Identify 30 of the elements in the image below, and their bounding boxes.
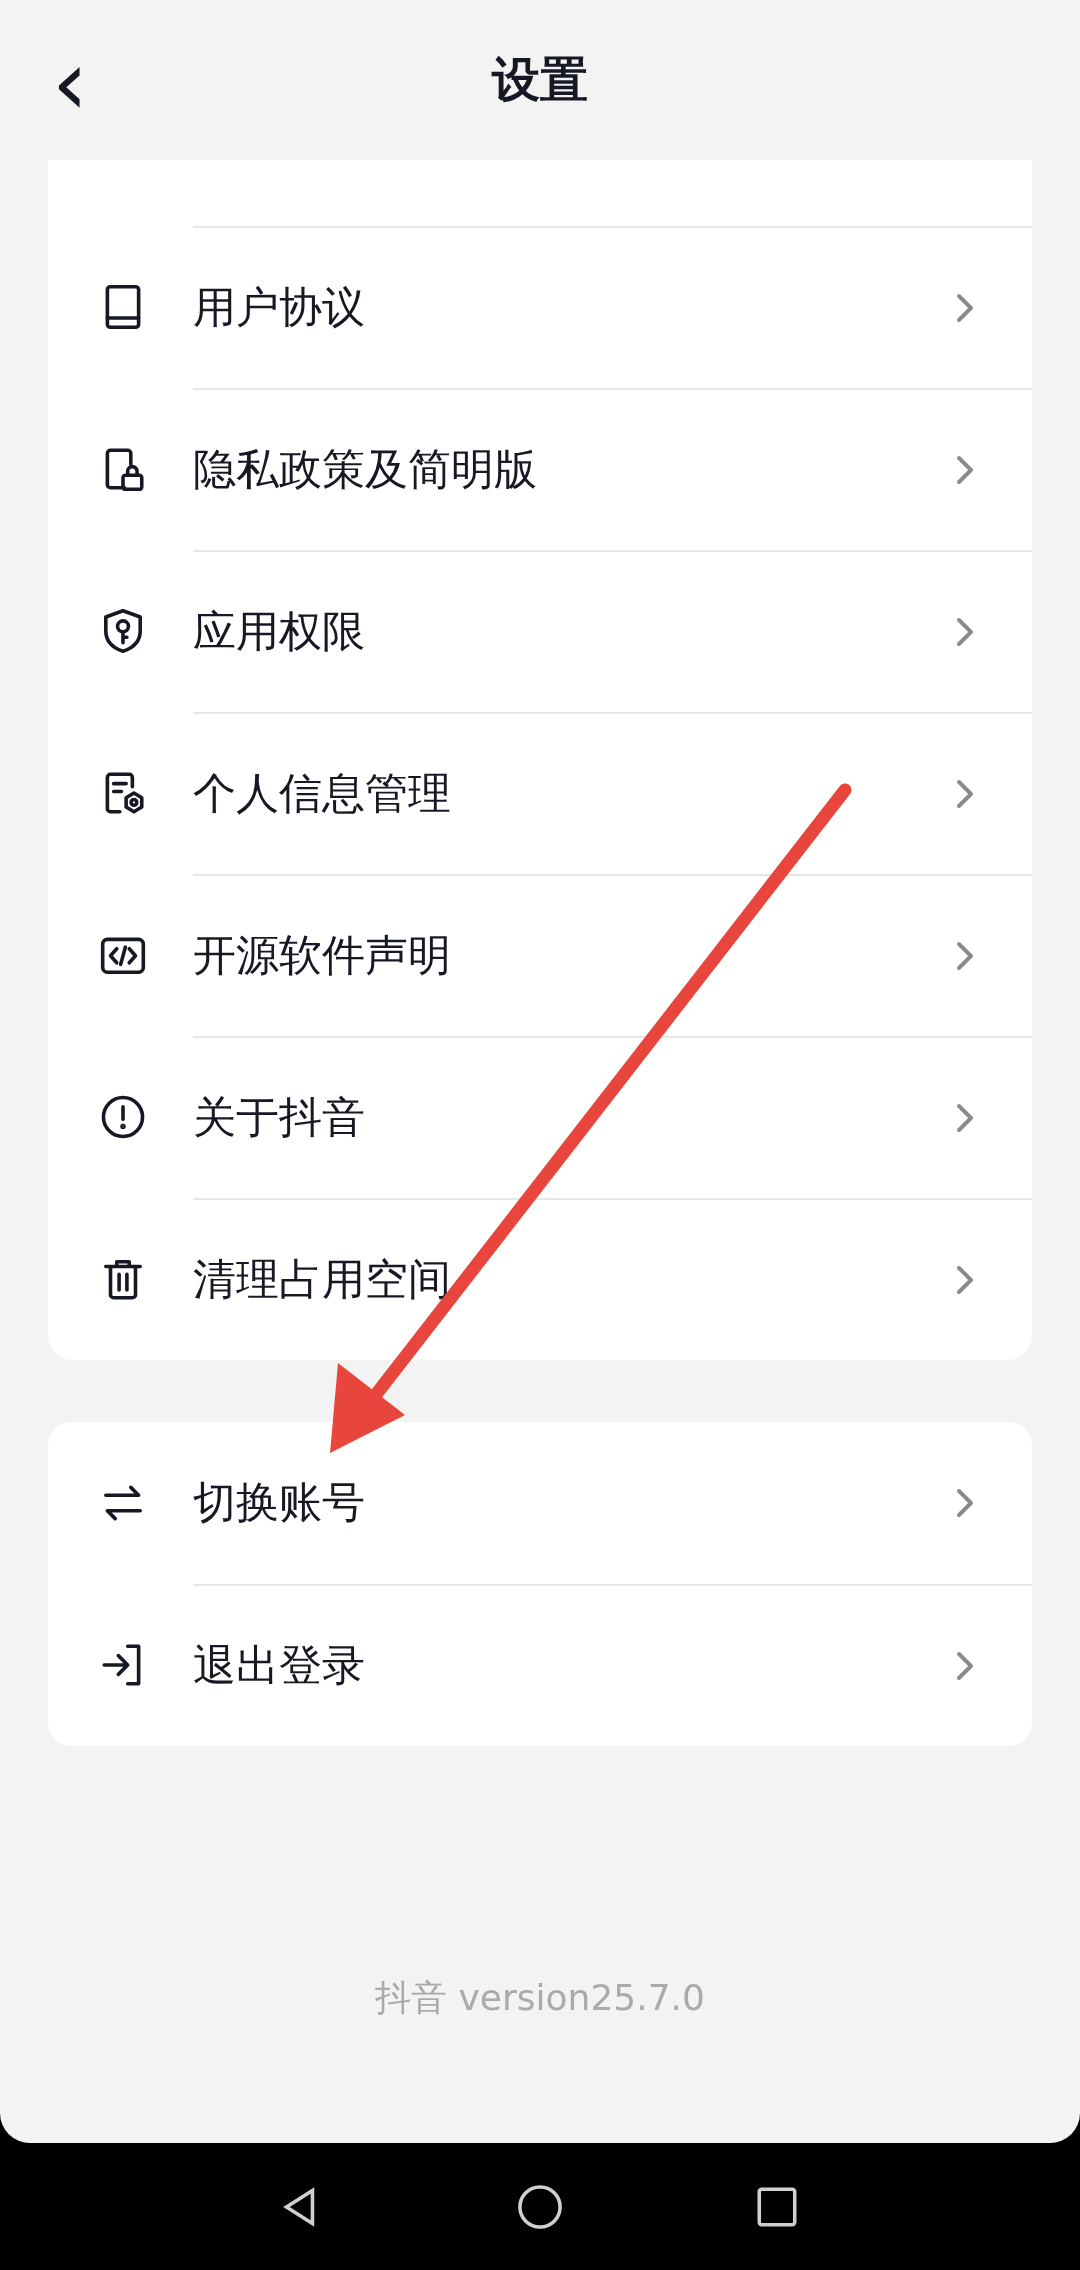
settings-item[interactable]: 隐私政策及简明版 (48, 388, 1032, 550)
item-label: 关于抖音 (193, 1091, 365, 1144)
settings-item[interactable]: 开源软件声明 (48, 874, 1032, 1036)
settings-item[interactable]: 切换账号 (48, 1422, 1032, 1584)
item-label: 退出登录 (193, 1639, 365, 1692)
chevron-right-icon (956, 779, 974, 809)
chevron-right-icon (956, 1651, 974, 1681)
item-label: 隐私政策及简明版 (193, 443, 537, 496)
settings-item[interactable]: 清理占用空间 (48, 1198, 1032, 1360)
item-label: 用户协议 (193, 281, 365, 334)
chevron-right-icon (956, 1103, 974, 1133)
version-text: 抖音 version25.7.0 (375, 1976, 705, 2020)
chevron-right-icon (956, 941, 974, 971)
item-label: 开源软件声明 (193, 929, 451, 982)
chevron-right-icon (956, 293, 974, 323)
settings-item[interactable]: 关于抖音 (48, 1036, 1032, 1198)
settings-item[interactable]: 个人信息管理 (48, 712, 1032, 874)
chevron-right-icon (956, 617, 974, 647)
chevron-right-icon (956, 1488, 974, 1518)
chevron-right-icon (956, 455, 974, 485)
item-label: 个人信息管理 (193, 767, 451, 820)
settings-item[interactable]: 用户协议 (48, 226, 1032, 388)
page-title: 设置 (492, 50, 588, 109)
item-label: 应用权限 (193, 605, 365, 658)
back-button[interactable]: ‹ (40, 40, 100, 126)
settings-item[interactable]: 应用权限 (48, 550, 1032, 712)
settings-item[interactable]: 退出登录 (48, 1584, 1032, 1746)
chevron-right-icon (956, 1265, 974, 1295)
item-label: 清理占用空间 (193, 1253, 451, 1306)
item-label: 切换账号 (193, 1476, 365, 1529)
